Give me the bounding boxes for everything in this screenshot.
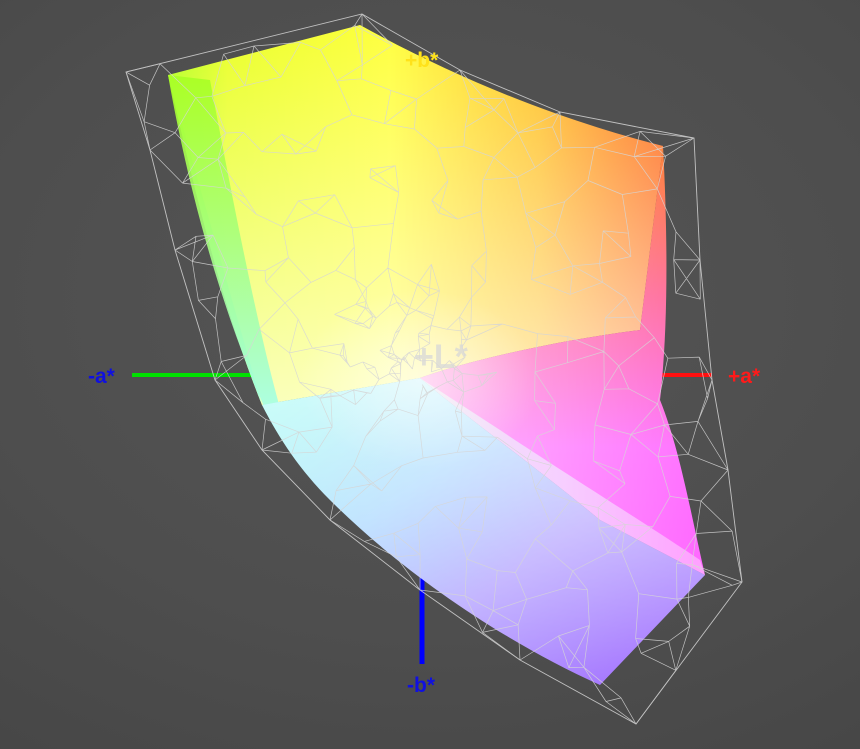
- neg-b-label: -b*: [407, 674, 436, 697]
- gamut-3d-view[interactable]: -a* +a* +b* -b* +L*: [0, 0, 860, 749]
- pos-a-label: +a*: [728, 365, 761, 388]
- pos-b-label: +b*: [405, 49, 439, 72]
- pos-L-label: +L*: [414, 338, 469, 376]
- gamut-white-point-glow: [300, 290, 540, 470]
- gamut-canvas: -a* +a* +b* -b* +L*: [88, 13, 761, 725]
- neg-a-label: -a*: [88, 365, 116, 388]
